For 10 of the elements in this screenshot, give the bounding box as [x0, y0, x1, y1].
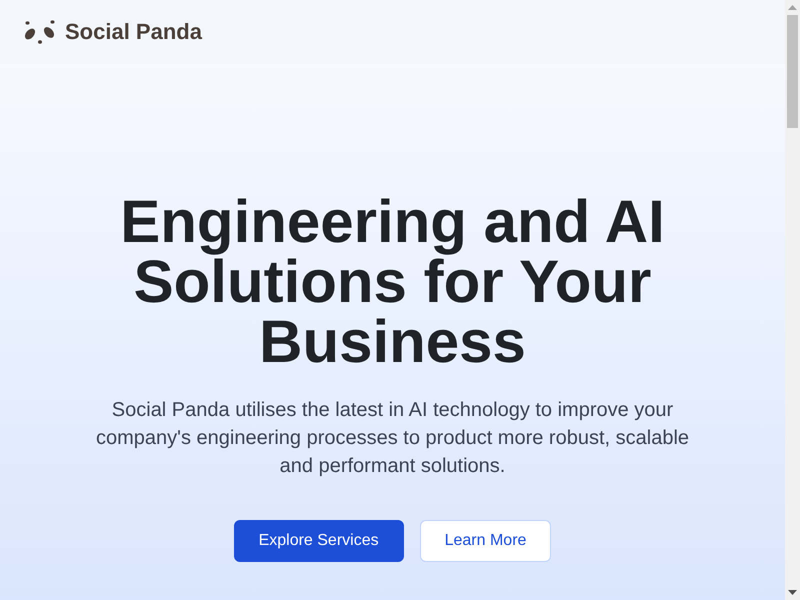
- hero-description: Social Panda utilises the latest in AI technology to improve your company's engineering processes to product more robust, scalable and performant solutions.: [94, 398, 690, 479]
- scrollbar-track[interactable]: [785, 0, 800, 600]
- scroll-down-arrow-icon[interactable]: [788, 590, 797, 595]
- hero-heading: Engineering and AI Solutions for Your Business: [119, 192, 666, 372]
- panda-logo-icon: [24, 20, 56, 44]
- scroll-up-arrow-icon[interactable]: [788, 5, 797, 10]
- primary-button[interactable]: Explore Services: [234, 520, 404, 562]
- secondary-button[interactable]: Learn More: [420, 520, 552, 562]
- brand-name[interactable]: Social Panda: [65, 21, 202, 43]
- scrollbar-thumb[interactable]: [787, 15, 798, 128]
